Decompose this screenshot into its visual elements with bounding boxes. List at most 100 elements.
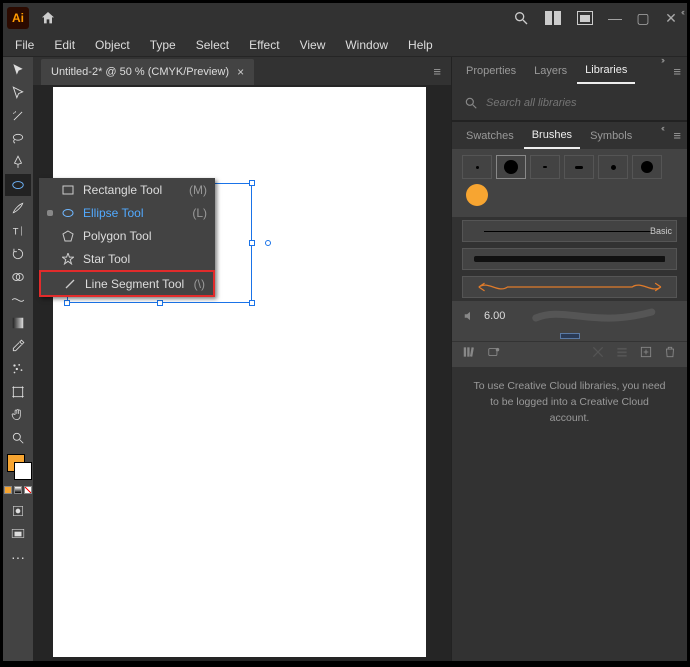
- libraries-search-row: [452, 85, 687, 121]
- menu-file[interactable]: File: [5, 34, 44, 56]
- zoom-tool[interactable]: [5, 427, 31, 449]
- tabbar-menu-icon[interactable]: ≡: [423, 58, 451, 85]
- panel-tabs-brushes: SwatchesBrushesSymbols ≡: [452, 121, 687, 149]
- color-mode-color[interactable]: [4, 486, 12, 494]
- eyedropper-tool[interactable]: [5, 335, 31, 357]
- menu-type[interactable]: Type: [140, 34, 186, 56]
- panel-tab-libraries[interactable]: Libraries: [577, 58, 635, 84]
- artboard-tool[interactable]: [5, 381, 31, 403]
- color-mode-none[interactable]: [24, 486, 32, 494]
- svg-text:T: T: [13, 227, 19, 237]
- selection-tool[interactable]: [5, 59, 31, 81]
- screen-mode-tool[interactable]: [5, 523, 31, 545]
- hand-tool[interactable]: [5, 404, 31, 426]
- speaker-icon: [462, 309, 478, 323]
- remove-stroke-icon: [591, 345, 605, 364]
- home-icon[interactable]: [37, 7, 59, 29]
- lasso-tool[interactable]: [5, 128, 31, 150]
- document-tab-label: Untitled-2* @ 50 % (CMYK/Preview): [51, 66, 229, 78]
- app-logo: Ai: [7, 7, 29, 29]
- right-panels: ›› PropertiesLayersLibraries ≡ ‹‹ Swatche…: [451, 57, 687, 661]
- shape-tool-flyout: Rectangle Tool(M)Ellipse Tool(L)Polygon …: [39, 178, 215, 297]
- menu-view[interactable]: View: [290, 34, 336, 56]
- close-tab-icon[interactable]: ×: [237, 65, 244, 79]
- paintbrush-tool[interactable]: [5, 197, 31, 219]
- brush-preview-wave: [511, 308, 677, 324]
- rotate-tool[interactable]: [5, 243, 31, 265]
- color-mode-gradient[interactable]: [14, 486, 22, 494]
- toolbox: ‹‹ T ··: [3, 57, 33, 661]
- titlebar: Ai — ▢ ✕: [3, 3, 687, 33]
- brush-stroke-charcoal[interactable]: [462, 248, 677, 270]
- symbol-sprayer-tool[interactable]: [5, 358, 31, 380]
- type-tool[interactable]: T: [5, 220, 31, 242]
- menu-object[interactable]: Object: [85, 34, 140, 56]
- artboard[interactable]: [53, 87, 426, 657]
- maximize-button[interactable]: ▢: [631, 9, 655, 27]
- brush-panel-footer: [452, 341, 687, 367]
- brush-preset[interactable]: [530, 155, 560, 179]
- edit-toolbar[interactable]: ···: [5, 546, 31, 568]
- brush-panel-menu-icon[interactable]: ≡: [673, 128, 681, 143]
- shape-tool[interactable]: [5, 174, 31, 196]
- panel-tab-symbols[interactable]: Symbols: [582, 124, 640, 148]
- menu-select[interactable]: Select: [186, 34, 239, 56]
- brush-preset[interactable]: [462, 183, 492, 207]
- flyout-polygon-tool[interactable]: Polygon Tool: [39, 224, 215, 247]
- collapse-panels-icon[interactable]: ››: [661, 55, 663, 65]
- flyout-ellipse-tool[interactable]: Ellipse Tool(L): [39, 201, 215, 224]
- libraries-login-message: To use Creative Cloud libraries, you nee…: [452, 367, 687, 438]
- gradient-tool[interactable]: [5, 312, 31, 334]
- brush-stroke-arrow[interactable]: [462, 276, 677, 298]
- panel-menu-icon[interactable]: ≡: [673, 64, 681, 79]
- document-tabbar: Untitled-2* @ 50 % (CMYK/Preview) × ≡: [33, 57, 451, 85]
- brush-preset[interactable]: [496, 155, 526, 179]
- menu-edit[interactable]: Edit: [44, 34, 85, 56]
- brush-presets: [452, 149, 687, 217]
- shape-builder-tool[interactable]: [5, 266, 31, 288]
- screen-mode-icon[interactable]: [571, 7, 599, 29]
- collapse-toolbox-icon[interactable]: ‹‹: [681, 7, 683, 17]
- document-tab[interactable]: Untitled-2* @ 50 % (CMYK/Preview) ×: [41, 59, 254, 85]
- collapse-brush-panel-icon[interactable]: ‹‹: [661, 123, 663, 133]
- menubar: FileEditObjectTypeSelectEffectViewWindow…: [3, 33, 687, 57]
- delete-brush-icon[interactable]: [663, 345, 677, 364]
- basic-label: Basic: [650, 226, 672, 236]
- close-button[interactable]: ✕: [659, 9, 683, 27]
- brush-preset[interactable]: [564, 155, 594, 179]
- direct-selection-tool[interactable]: [5, 82, 31, 104]
- search-icon[interactable]: [507, 7, 535, 29]
- document-area: Untitled-2* @ 50 % (CMYK/Preview) × ≡ Re…: [33, 57, 451, 661]
- arrange-documents-icon[interactable]: [539, 7, 567, 29]
- panel-tab-properties[interactable]: Properties: [458, 59, 524, 83]
- panel-tab-swatches[interactable]: Swatches: [458, 124, 522, 148]
- draw-mode-normal[interactable]: [5, 500, 31, 522]
- brush-scroll-thumb[interactable]: [452, 331, 687, 341]
- brush-preset[interactable]: [462, 155, 492, 179]
- brush-size-row: 6.00: [452, 301, 687, 331]
- flyout-rectangle-tool[interactable]: Rectangle Tool(M): [39, 178, 215, 201]
- libraries-search-input[interactable]: [486, 97, 675, 109]
- stroke-swatch[interactable]: [14, 462, 32, 480]
- brush-preset[interactable]: [598, 155, 628, 179]
- minimize-button[interactable]: —: [603, 9, 627, 27]
- panel-tab-layers[interactable]: Layers: [526, 59, 575, 83]
- magic-wand-tool[interactable]: [5, 105, 31, 127]
- menu-help[interactable]: Help: [398, 34, 443, 56]
- width-tool[interactable]: [5, 289, 31, 311]
- brush-size-value: 6.00: [484, 310, 505, 322]
- brush-preset[interactable]: [632, 155, 662, 179]
- pen-tool[interactable]: [5, 151, 31, 173]
- search-icon: [464, 96, 478, 110]
- new-brush-icon[interactable]: [639, 345, 653, 364]
- menu-window[interactable]: Window: [335, 34, 398, 56]
- brush-stroke-basic[interactable]: Basic: [462, 220, 677, 242]
- panel-tab-brushes[interactable]: Brushes: [524, 123, 580, 149]
- options-of-selected-icon: [615, 345, 629, 364]
- flyout-line-segment-tool[interactable]: Line Segment Tool(\): [39, 270, 215, 297]
- flyout-star-tool[interactable]: Star Tool: [39, 247, 215, 270]
- brush-libraries-menu-icon[interactable]: [486, 345, 502, 364]
- color-mode-row: [4, 486, 32, 494]
- menu-effect[interactable]: Effect: [239, 34, 289, 56]
- brush-libraries-icon[interactable]: [462, 345, 476, 364]
